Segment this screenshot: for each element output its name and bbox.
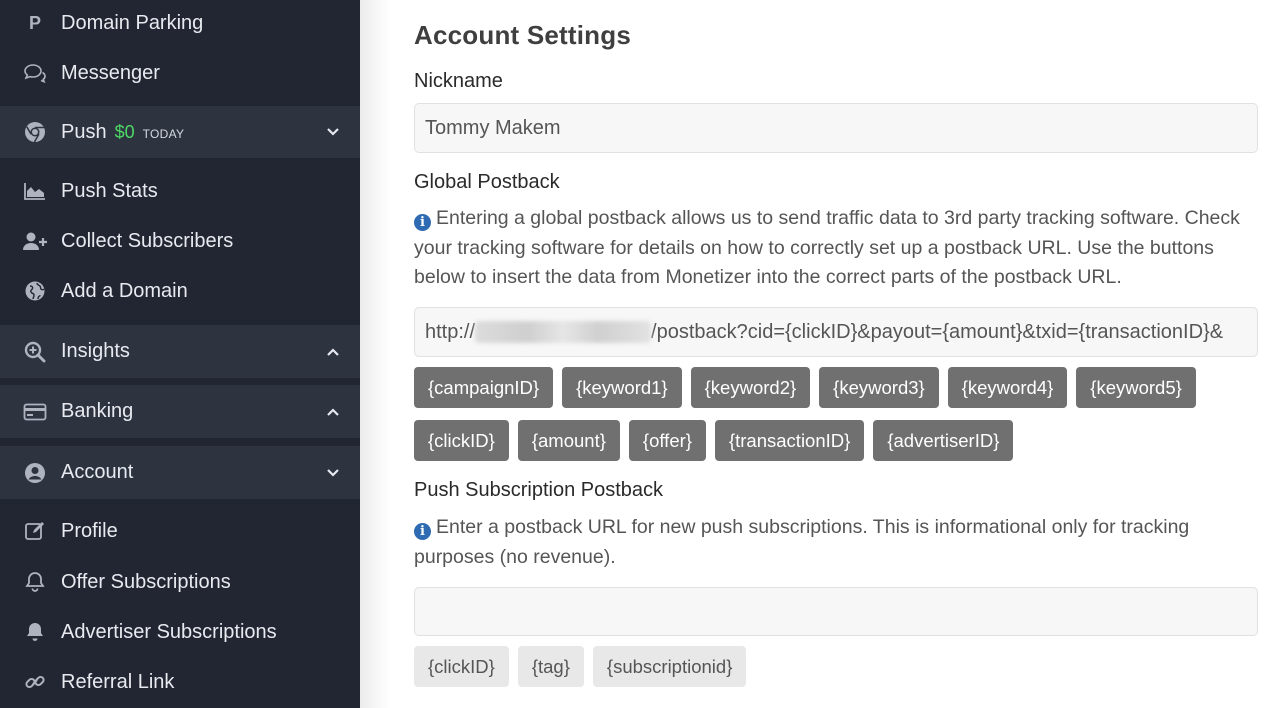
global-postback-buttons-row1: {campaignID} {keyword1} {keyword2} {keyw…	[414, 367, 1196, 408]
global-postback-label: Global Postback	[414, 171, 560, 193]
search-plus-icon	[22, 339, 48, 365]
global-postback-buttons-row2: {clickID} {amount} {offer} {transactionI…	[414, 420, 1014, 461]
insert-transactionid-button[interactable]: {transactionID}	[714, 420, 865, 461]
insert-keyword3-button[interactable]: {keyword3}	[819, 367, 939, 408]
sidebar-item-collect-subscribers[interactable]: Collect Subscribers	[0, 218, 360, 264]
push-period: TODAY	[142, 126, 185, 141]
insert-clickid-button[interactable]: {clickID}	[414, 420, 509, 461]
chevron-up-icon	[326, 345, 340, 359]
chevron-down-icon	[326, 466, 340, 480]
insert-keyword4-button[interactable]: {keyword4}	[947, 367, 1068, 408]
globe-icon	[22, 278, 48, 304]
sidebar-item-offer-subscriptions[interactable]: Offer Subscriptions	[0, 559, 360, 605]
nickname-input[interactable]: Tommy Makem	[414, 103, 1258, 153]
sidebar-item-label: Push Stats	[61, 179, 158, 202]
user-circle-icon	[22, 460, 48, 486]
push-label: Push	[61, 120, 107, 143]
global-postback-help: i Entering a global postback allows us to…	[414, 204, 1258, 293]
info-icon: i	[414, 523, 431, 540]
chevron-up-icon	[326, 405, 340, 419]
sidebar-item-label: Messenger	[61, 61, 160, 84]
postback-url-suffix: /postback?cid={clickID}&payout={amount}&…	[651, 320, 1224, 343]
chrome-icon	[22, 119, 48, 145]
bell-icon	[22, 619, 48, 645]
sidebar-section-banking[interactable]: Banking	[0, 385, 360, 438]
nickname-value: Tommy Makem	[425, 116, 561, 139]
sidebar-item-messenger[interactable]: Messenger	[0, 50, 360, 96]
insert-campaignid-button[interactable]: {campaignID}	[414, 367, 554, 408]
sidebar-item-domain-parking[interactable]: P Domain Parking	[0, 0, 360, 46]
sidebar-item-referral-link[interactable]: Referral Link	[0, 659, 360, 705]
global-postback-help-text: Entering a global postback allows us to …	[414, 207, 1240, 288]
insert-keyword5-button[interactable]: {keyword5}	[1076, 367, 1196, 408]
sidebar-item-label: Profile	[61, 519, 118, 542]
insert-tag-button[interactable]: {tag}	[517, 646, 584, 687]
sidebar-item-label: Add a Domain	[61, 279, 188, 302]
push-postback-help: i Enter a postback URL for new push subsc…	[414, 513, 1258, 572]
sidebar-item-label: Domain Parking	[61, 11, 204, 34]
sidebar-item-advertiser-subscriptions[interactable]: Advertiser Subscriptions	[0, 609, 360, 655]
p-letter-icon: P	[28, 12, 41, 33]
sidebar-item-label: Offer Subscriptions	[61, 570, 231, 593]
push-revenue: $0	[114, 121, 135, 142]
sidebar-section-push[interactable]: Push $0 TODAY	[0, 106, 360, 158]
bell-outline-icon	[22, 569, 48, 595]
page-title: Account Settings	[414, 20, 631, 50]
sidebar-section-label: Insights	[61, 340, 130, 362]
sidebar-item-push-stats[interactable]: Push Stats	[0, 168, 360, 214]
push-postback-help-text: Enter a postback URL for new push subscr…	[414, 516, 1190, 568]
content-shadow	[360, 0, 390, 708]
insert-subscriptionid-button[interactable]: {subscriptionid}	[592, 646, 747, 687]
sidebar: P Domain Parking Messenger Push $0 TODAY P…	[0, 0, 360, 708]
sidebar-section-account[interactable]: Account	[0, 446, 360, 499]
info-icon: i	[414, 214, 431, 231]
link-icon	[22, 669, 48, 695]
sidebar-item-add-domain[interactable]: Add a Domain	[0, 268, 360, 314]
sidebar-section-insights[interactable]: Insights	[0, 325, 360, 378]
insert-amount-button[interactable]: {amount}	[517, 420, 620, 461]
sidebar-section-label: Account	[61, 461, 134, 483]
chat-bubbles-icon	[22, 60, 48, 86]
global-postback-input[interactable]: http:// /postback?cid={clickID}&payout={a…	[414, 307, 1258, 357]
chevron-down-icon	[326, 125, 340, 139]
insert-keyword2-button[interactable]: {keyword2}	[690, 367, 811, 408]
sidebar-item-label: Referral Link	[61, 670, 175, 693]
account-settings-panel: Account Settings Nickname Tommy Makem Gl…	[414, 0, 1259, 708]
insert-push-clickid-button[interactable]: {clickID}	[414, 646, 509, 687]
push-postback-label: Push Subscription Postback	[414, 479, 664, 501]
postback-url-prefix: http://	[425, 320, 476, 343]
insert-keyword1-button[interactable]: {keyword1}	[562, 367, 682, 408]
area-chart-icon	[22, 178, 48, 204]
insert-offer-button[interactable]: {offer}	[628, 420, 706, 461]
credit-card-icon	[22, 399, 48, 425]
add-user-icon	[22, 228, 48, 254]
insert-advertiserid-button[interactable]: {advertiserID}	[873, 420, 1014, 461]
sidebar-item-profile[interactable]: Profile	[0, 508, 360, 554]
push-postback-buttons: {clickID} {tag} {subscriptionid}	[414, 646, 747, 687]
sidebar-section-label: Banking	[61, 400, 134, 422]
edit-icon	[22, 518, 48, 544]
nickname-label: Nickname	[414, 70, 503, 92]
push-postback-input[interactable]	[414, 587, 1258, 636]
redacted-domain	[475, 321, 652, 343]
sidebar-item-label: Advertiser Subscriptions	[61, 620, 277, 643]
sidebar-item-label: Collect Subscribers	[61, 229, 234, 252]
